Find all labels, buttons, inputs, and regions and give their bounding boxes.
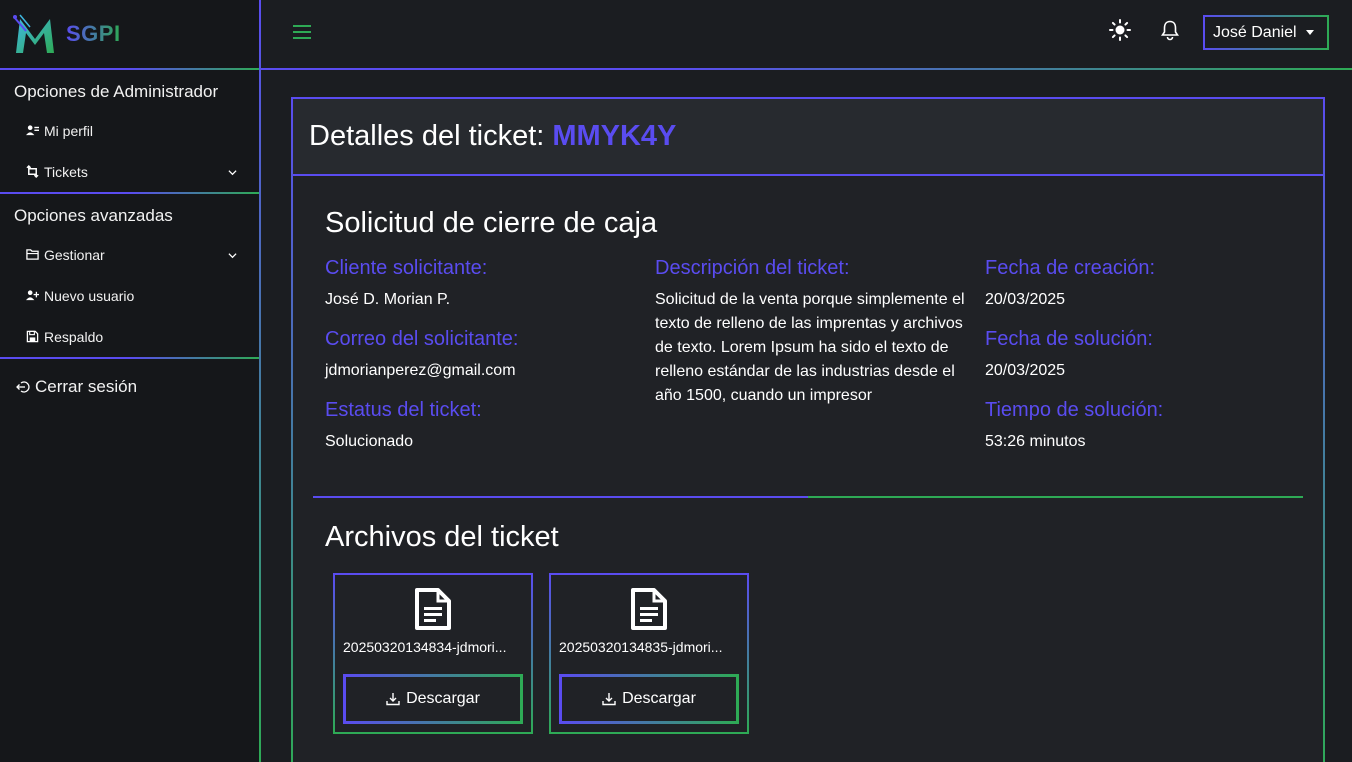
description-label: Descripción del ticket: [655, 257, 850, 279]
sidebar-item-label: Gestionar [44, 246, 105, 263]
description-value: Solicitud de la venta porque simplemente… [655, 291, 965, 404]
file-text-icon [415, 588, 451, 630]
bell-icon[interactable] [1159, 19, 1181, 41]
client-label: Cliente solicitante: [325, 257, 488, 279]
ticket-arrows-icon [26, 165, 39, 178]
files-title: Archivos del ticket [325, 521, 559, 553]
solved-value: 20/03/2025 [985, 362, 1066, 379]
solved-label: Fecha de solución: [985, 328, 1153, 350]
file-card: 20250320134835-jdmori... Descargar [549, 573, 749, 734]
logout-button[interactable]: Cerrar sesión [0, 359, 259, 415]
description-column: Descripción del ticket: Solicitud de la … [655, 257, 965, 408]
ticket-subject: Solicitud de cierre de caja [325, 207, 658, 239]
header-divider [261, 68, 1352, 70]
brand[interactable]: SGPI [0, 0, 259, 68]
sidebar: SGPI Opciones de Administrador Mi perfil… [0, 0, 261, 762]
download-icon [386, 692, 400, 706]
email-value: jdmorianperez@gmail.com [325, 362, 516, 379]
sidebar-item-nuevo-usuario[interactable]: Nuevo usuario [0, 275, 259, 316]
status-value: Solucionado [325, 433, 414, 450]
created-value: 20/03/2025 [985, 291, 1066, 308]
sidebar-item-label: Respaldo [44, 328, 104, 345]
sidebar-item-tickets[interactable]: Tickets [0, 151, 259, 192]
created-label: Fecha de creación: [985, 257, 1156, 279]
download-label: Descargar [406, 690, 480, 707]
download-button[interactable]: Descargar [343, 674, 523, 724]
caret-down-icon [1305, 30, 1314, 35]
page-title: Detalles del ticket: MMYK4Y [309, 120, 676, 153]
advanced-section-title: Opciones avanzadas [14, 206, 173, 225]
user-menu-button[interactable]: José Daniel [1203, 15, 1329, 50]
topbar: José Daniel [261, 0, 1352, 70]
save-icon [26, 330, 39, 343]
person-lines-icon [26, 124, 39, 137]
file-name: 20250320134835-jdmori... [559, 639, 723, 655]
chevron-down-icon [228, 170, 237, 176]
menu-icon[interactable] [292, 22, 312, 42]
client-value: José D. Morian P. [325, 291, 451, 308]
sidebar-item-label: Tickets [44, 163, 88, 180]
logout-label: Cerrar sesión [35, 377, 138, 396]
logout-icon [16, 380, 30, 394]
logo-icon [13, 14, 54, 53]
solve-time-label: Tiempo de solución: [985, 399, 1164, 421]
email-label: Correo del solicitante: [325, 328, 519, 350]
folder-icon [26, 248, 39, 261]
title-prefix: Detalles del ticket: [309, 120, 545, 152]
sidebar-item-mi-perfil[interactable]: Mi perfil [0, 110, 259, 151]
download-button[interactable]: Descargar [559, 674, 739, 724]
brand-name: SGPI [66, 21, 121, 46]
status-label: Estatus del ticket: [325, 399, 482, 421]
card-header: Detalles del ticket: MMYK4Y [293, 99, 1323, 176]
person-plus-icon [26, 289, 39, 302]
admin-section-title: Opciones de Administrador [14, 82, 219, 101]
ticket-code: MMYK4Y [552, 120, 677, 152]
user-name: José Daniel [1213, 23, 1297, 41]
section-divider [313, 496, 1303, 498]
sidebar-item-label: Nuevo usuario [44, 287, 135, 304]
file-name: 20250320134834-jdmori... [343, 639, 507, 655]
client-column: Cliente solicitante: José D. Morian P. C… [325, 257, 635, 470]
file-card: 20250320134834-jdmori... Descargar [333, 573, 533, 734]
theme-toggle-sun-icon[interactable] [1109, 19, 1131, 41]
sidebar-item-label: Mi perfil [44, 122, 94, 139]
sidebar-item-respaldo[interactable]: Respaldo [0, 316, 259, 357]
chevron-down-icon [228, 253, 237, 259]
ticket-card: Detalles del ticket: MMYK4Y Solicitud de … [291, 97, 1325, 762]
download-label: Descargar [622, 690, 696, 707]
sidebar-item-gestionar[interactable]: Gestionar [0, 234, 259, 275]
download-icon [602, 692, 616, 706]
file-text-icon [631, 588, 667, 630]
solve-time-value: 53:26 minutos [985, 433, 1086, 450]
dates-column: Fecha de creación: 20/03/2025 Fecha de s… [985, 257, 1295, 470]
